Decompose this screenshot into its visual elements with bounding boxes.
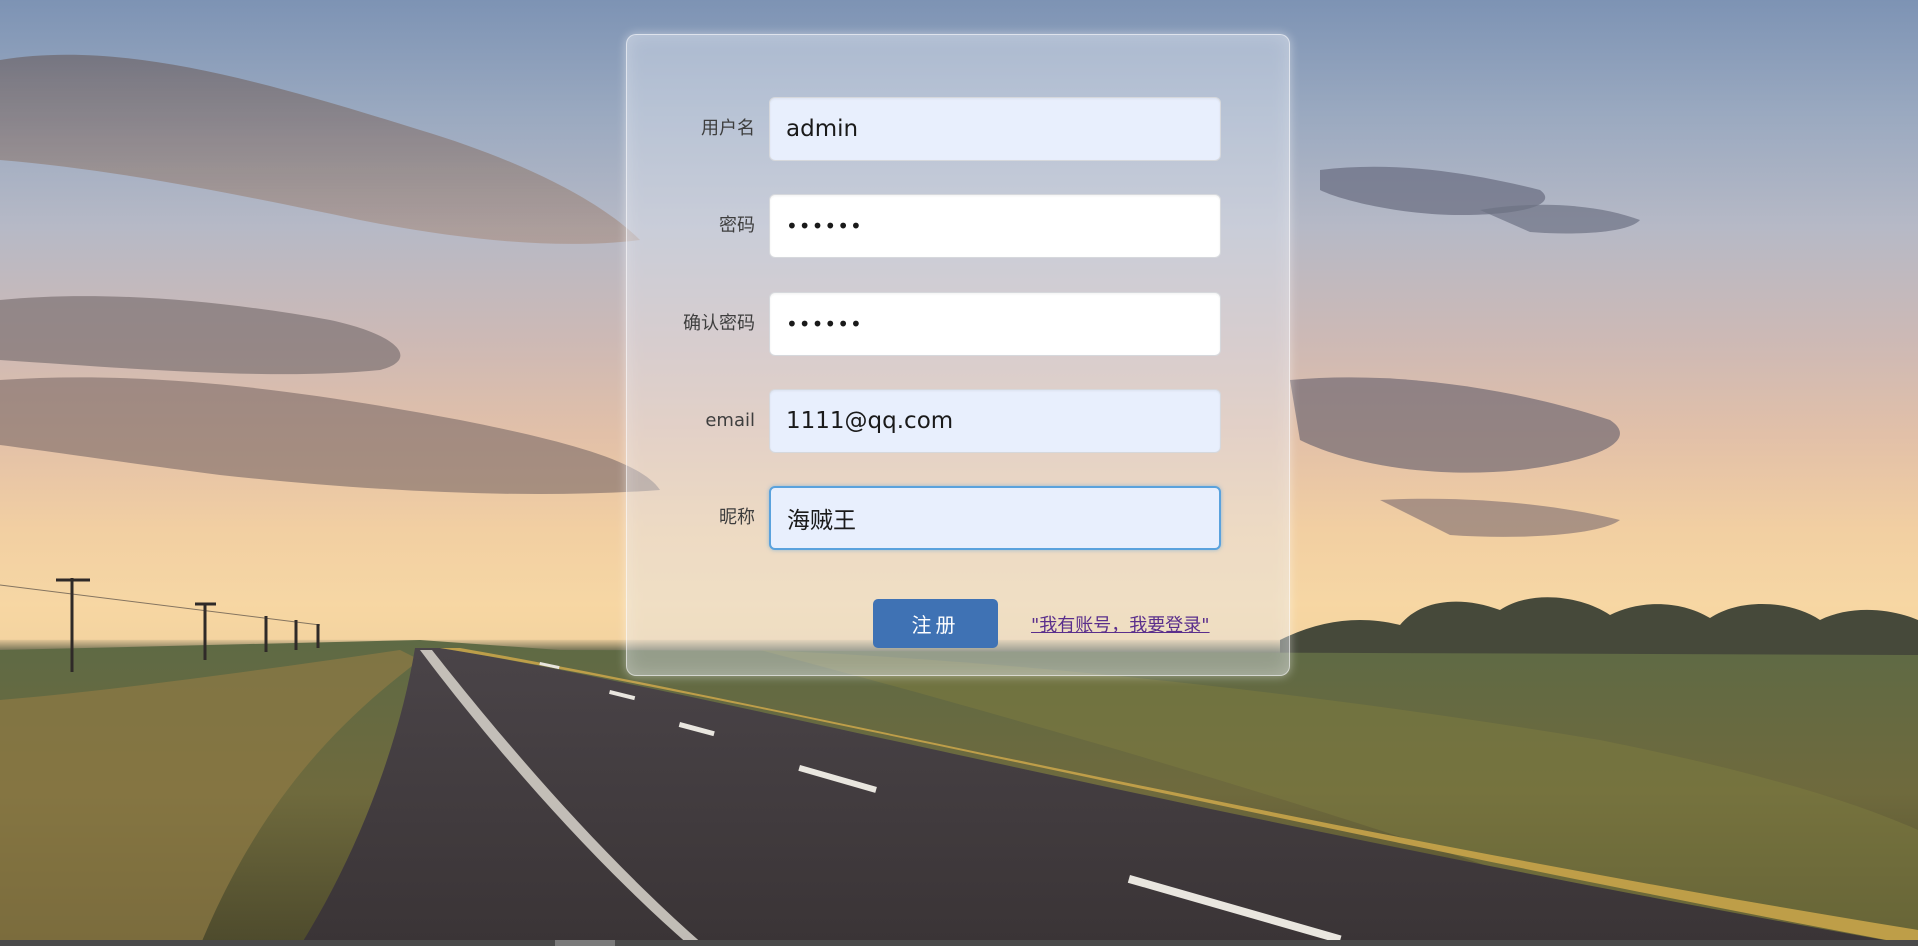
login-link[interactable]: "我有账号，我要登录" <box>1031 611 1210 637</box>
register-button[interactable]: 注册 <box>873 599 998 648</box>
register-panel: 用户名 密码 确认密码 email 昵称 注册 "我有账号，我要登录" <box>626 34 1290 676</box>
nickname-row: 昵称 <box>627 486 1291 550</box>
confirm-password-label: 确认密码 <box>683 313 755 334</box>
email-label: email <box>705 410 755 431</box>
confirm-password-input[interactable] <box>769 292 1221 356</box>
password-input[interactable] <box>769 194 1221 258</box>
username-input[interactable] <box>769 97 1221 161</box>
horizontal-scrollbar[interactable] <box>0 940 1918 946</box>
nickname-label: 昵称 <box>719 507 755 528</box>
email-row: email <box>627 389 1291 453</box>
scrollbar-thumb[interactable] <box>555 940 615 946</box>
username-label: 用户名 <box>701 118 755 139</box>
password-row: 密码 <box>627 194 1291 258</box>
password-label: 密码 <box>719 215 755 236</box>
nickname-input[interactable] <box>769 486 1221 550</box>
username-row: 用户名 <box>627 97 1291 161</box>
email-input[interactable] <box>769 389 1221 453</box>
confirm-password-row: 确认密码 <box>627 292 1291 356</box>
